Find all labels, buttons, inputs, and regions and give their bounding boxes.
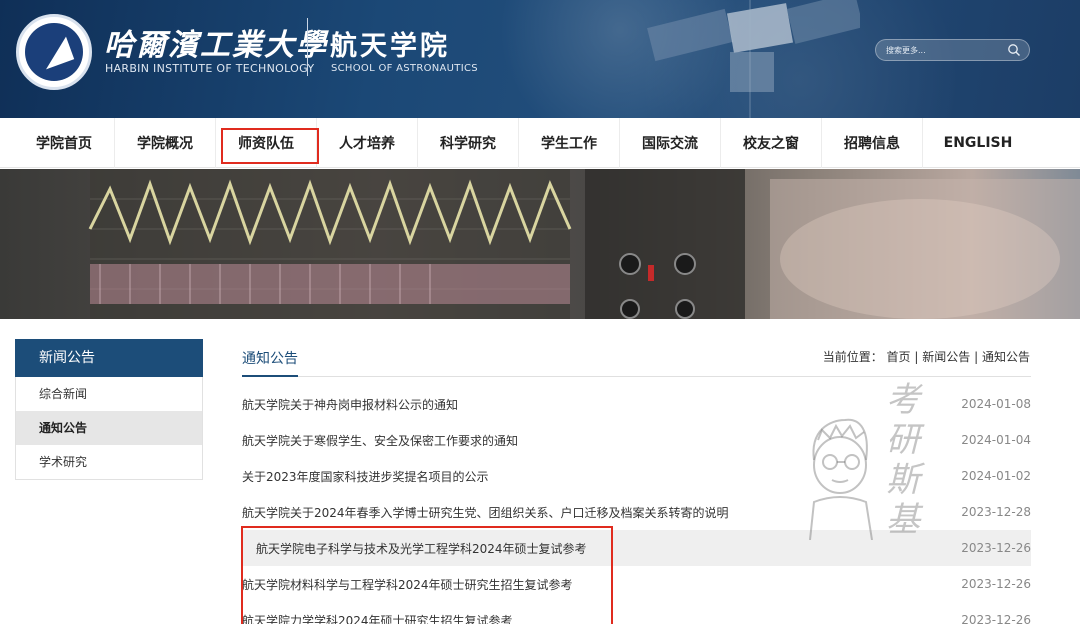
sidebar-item-academic[interactable]: 学术研究 xyxy=(16,445,202,479)
school-name-cn: 航天学院 xyxy=(330,31,450,62)
watermark-char: 考 xyxy=(886,380,920,420)
search-icon[interactable] xyxy=(1007,43,1021,57)
header-divider xyxy=(307,18,308,76)
list-item-title[interactable]: 关于2023年度国家科技进步奖提名项目的公示 xyxy=(242,468,489,485)
list-item-date: 2024-01-08 xyxy=(961,397,1031,411)
breadcrumb-separator: | xyxy=(974,350,979,364)
oscilloscope-illustration xyxy=(88,169,1080,319)
breadcrumb-prefix: 当前位置： xyxy=(822,350,883,364)
breadcrumb-separator: | xyxy=(914,350,919,364)
sidebar-menu: 综合新闻 通知公告 学术研究 xyxy=(15,377,203,480)
list-item-title[interactable]: 航天学院关于寒假学生、安全及保密工作要求的通知 xyxy=(242,432,518,449)
site-header: 哈爾濱工業大學 HARBIN INSTITUTE OF TECHNOLOGY 航… xyxy=(0,0,1080,118)
list-item-date: 2024-01-02 xyxy=(961,469,1031,483)
section-title-rule xyxy=(242,376,1031,377)
nav-item-student-affairs[interactable]: 学生工作 xyxy=(519,118,620,168)
sidebar-item-notices[interactable]: 通知公告 xyxy=(16,411,202,445)
list-item-date: 2023-12-26 xyxy=(961,613,1031,624)
search-box[interactable] xyxy=(875,39,1030,61)
hero-banner-image xyxy=(0,169,1080,319)
nav-item-jobs[interactable]: 招聘信息 xyxy=(822,118,923,168)
university-name-cn: 哈爾濱工業大學 xyxy=(104,28,328,63)
sidebar-title: 新闻公告 xyxy=(15,339,203,377)
satellite-illustration xyxy=(647,0,860,118)
sidebar-item-general-news[interactable]: 综合新闻 xyxy=(16,377,202,411)
watermark-char: 斯 xyxy=(886,460,920,500)
watermark-text: 考 研 斯 基 xyxy=(886,380,926,540)
breadcrumb: 当前位置： 首页 | 新闻公告 | 通知公告 xyxy=(823,348,1030,365)
list-item-title[interactable]: 航天学院关于2024年春季入学博士研究生党、团组织关系、户口迁移及档案关系转寄的… xyxy=(242,504,729,521)
main-nav: 学院首页 学院概况 师资队伍 人才培养 科学研究 学生工作 国际交流 校友之窗 … xyxy=(0,118,1080,168)
nav-item-faculty[interactable]: 师资队伍 xyxy=(216,118,319,168)
highlight-annotation-box xyxy=(241,526,613,624)
nav-item-international[interactable]: 国际交流 xyxy=(620,118,721,168)
nav-item-research[interactable]: 科学研究 xyxy=(418,118,519,168)
list-item-date: 2023-12-26 xyxy=(961,577,1031,591)
breadcrumb-home-link[interactable]: 首页 xyxy=(887,350,911,364)
list-item-date: 2023-12-26 xyxy=(961,541,1031,555)
university-name-en: HARBIN INSTITUTE OF TECHNOLOGY xyxy=(105,62,315,75)
school-name-en: SCHOOL OF ASTRONAUTICS xyxy=(331,63,478,74)
nav-item-about[interactable]: 学院概况 xyxy=(115,118,216,168)
breadcrumb-current-link[interactable]: 通知公告 xyxy=(982,350,1030,364)
nav-item-alumni[interactable]: 校友之窗 xyxy=(721,118,822,168)
list-item-title[interactable]: 航天学院关于神舟岗申报材料公示的通知 xyxy=(242,396,458,413)
watermark-char: 研 xyxy=(886,420,920,460)
list-item-date: 2023-12-28 xyxy=(961,505,1031,519)
nav-item-english[interactable]: ENGLISH xyxy=(923,118,1033,168)
university-seal-logo[interactable] xyxy=(16,14,92,90)
breadcrumb-section-link[interactable]: 新闻公告 xyxy=(922,350,970,364)
nav-item-education[interactable]: 人才培养 xyxy=(317,118,418,168)
section-title: 通知公告 xyxy=(242,351,298,367)
watermark-char: 基 xyxy=(886,500,920,540)
section-title-accent xyxy=(242,375,298,377)
list-item-date: 2024-01-04 xyxy=(961,433,1031,447)
search-input[interactable] xyxy=(886,42,1006,58)
nav-item-home[interactable]: 学院首页 xyxy=(14,118,115,168)
